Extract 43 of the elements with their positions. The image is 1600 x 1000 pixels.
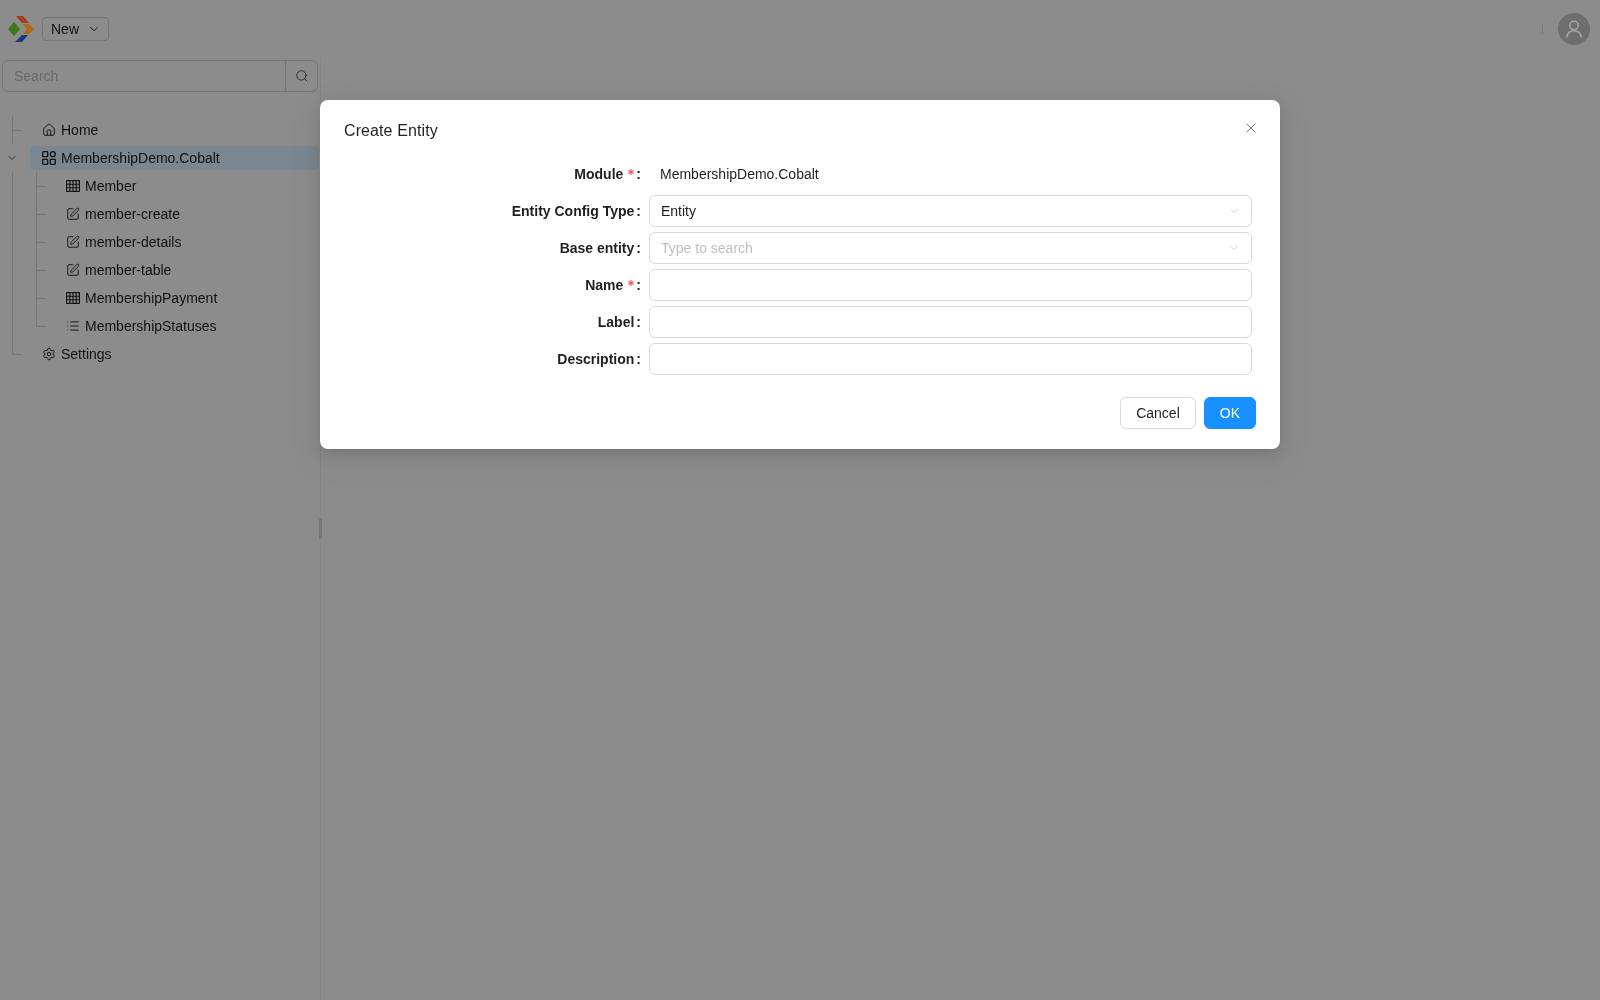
blocks-icon xyxy=(42,151,56,165)
field-value: MembershipDemo.Cobalt xyxy=(659,166,819,182)
table-icon xyxy=(66,179,80,193)
label-colon: : xyxy=(636,240,641,256)
label-colon: : xyxy=(636,351,641,367)
select-field[interactable]: Entity xyxy=(649,195,1252,227)
label-colon: : xyxy=(636,277,641,293)
tree-item[interactable]: MembershipPayment xyxy=(54,286,319,310)
logo-icon xyxy=(8,16,34,42)
field-label: Description xyxy=(557,351,635,367)
label-colon: : xyxy=(636,203,641,219)
text-input[interactable] xyxy=(649,343,1252,375)
tree-item[interactable]: MembershipStatuses xyxy=(54,314,319,338)
field-label: Entity Config Type xyxy=(511,203,635,219)
user-avatar-icon[interactable] xyxy=(1558,13,1590,45)
edit-icon xyxy=(66,235,80,249)
edit-icon xyxy=(66,263,80,277)
list-icon xyxy=(66,319,80,333)
tree-item[interactable]: Home xyxy=(30,118,319,142)
edit-icon xyxy=(66,207,80,221)
label-colon: : xyxy=(636,314,641,330)
tree-item[interactable]: MembershipDemo.Cobalt xyxy=(30,146,319,170)
field-label: Name xyxy=(585,277,624,293)
search-button[interactable] xyxy=(286,60,318,92)
tree-item[interactable]: member-create xyxy=(54,202,319,226)
field-label: Module xyxy=(574,166,624,182)
label-colon: : xyxy=(636,166,641,182)
home-icon xyxy=(42,123,56,137)
tree-item[interactable]: Settings xyxy=(30,342,319,366)
new-button[interactable]: New xyxy=(42,17,109,41)
ok-button[interactable]: OK xyxy=(1203,397,1256,429)
tree-item[interactable]: member-table xyxy=(54,258,319,282)
field-label: Label xyxy=(597,314,635,330)
search-icon xyxy=(294,69,309,83)
text-input[interactable] xyxy=(649,306,1252,338)
dialog-title: Create Entity xyxy=(344,121,438,141)
tree-item[interactable]: Member xyxy=(54,174,319,198)
cancel-button[interactable]: Cancel xyxy=(1120,397,1196,429)
tree-item[interactable]: member-details xyxy=(54,230,319,254)
text-input[interactable] xyxy=(649,269,1252,301)
settings-icon xyxy=(42,347,56,361)
table-icon xyxy=(66,291,80,305)
field-label: Base entity xyxy=(559,240,635,256)
